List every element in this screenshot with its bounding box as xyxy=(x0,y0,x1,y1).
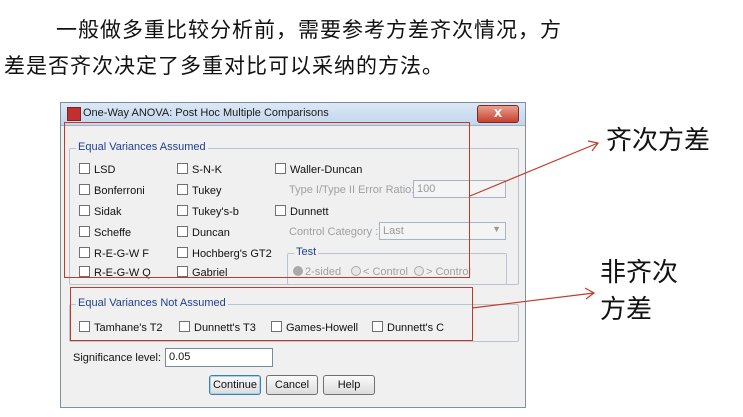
arrow-line-heterogeneous xyxy=(471,292,595,309)
annotation-heterogeneous-line-1: 非齐次 xyxy=(600,258,679,288)
annotation-heterogeneous-line-2: 方差 xyxy=(600,295,653,325)
annotation-homogeneous: 齐次方差 xyxy=(606,126,711,156)
annotation-arrows xyxy=(469,140,600,309)
arrow-line-homogeneous xyxy=(469,142,599,197)
